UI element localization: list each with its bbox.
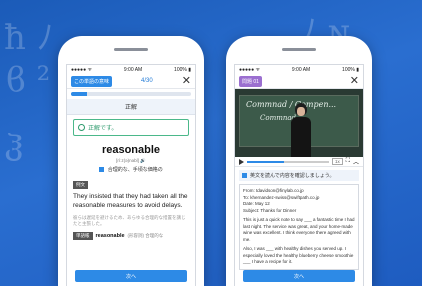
instruction-banner: 英文を読んで内容を確認しましょう。 <box>239 170 359 181</box>
speaker-icon[interactable]: 🔊 <box>140 158 146 163</box>
phone-vocabulary-quiz: ●●●●● ᯤ 9:00 AM 100% ▮ この単語の意味 4/30 ✕ 正解… <box>58 36 204 286</box>
lecture-video[interactable]: Commnad / Compen... Commnad <box>235 89 363 157</box>
result-panel-title: 正解 <box>67 99 195 115</box>
status-time: 9:00 AM <box>291 66 311 73</box>
chevron-up-icon[interactable]: ︿ <box>353 157 359 166</box>
question-counter: 4/30 <box>141 78 153 84</box>
instruction-icon <box>242 173 247 178</box>
pronunciation: [ríːz(ə)nəbl] 🔊 <box>67 158 195 164</box>
checkbox-icon[interactable] <box>99 167 105 173</box>
phone-speaker <box>114 48 148 51</box>
phone-video-lesson: ●●●●● ᯤ 9:00 AM 100% ▮ 問題 01 ✕ Commnad /… <box>226 36 372 286</box>
app-header: この単語の意味 4/30 ✕ <box>67 74 195 89</box>
battery-indicator: 100% ▮ <box>174 66 191 73</box>
word-meaning: 合理的な、手頃な価格の <box>67 166 195 173</box>
vocab-label: 単語帳 <box>73 231 93 240</box>
quiz-progress-bar <box>71 92 191 96</box>
carrier-signal: ●●●●● ᯤ <box>71 66 93 73</box>
bg-handwriting: ħ ﾉ <box>4 18 54 58</box>
phone-screen: ●●●●● ᯤ 9:00 AM 100% ▮ 問題 01 ✕ Commnad /… <box>234 64 364 286</box>
correct-circle-icon <box>78 124 85 131</box>
email-body-paragraph: This is just a quick note to say ___ a f… <box>243 217 355 242</box>
instructor-body <box>291 117 311 157</box>
video-controls: 1x ⛶ ︿ <box>235 157 363 167</box>
vocab-entry-row: 単語帳 reasonable (形容詞) 合理的な <box>67 229 195 243</box>
instructor-face <box>297 107 305 116</box>
carrier-signal: ●●●●● ᯤ <box>239 66 261 73</box>
bg-handwriting: ϐ ² <box>6 60 51 100</box>
lesson-tag: 問題 01 <box>239 75 262 87</box>
phone-speaker <box>282 48 316 51</box>
bg-handwriting: ჰ <box>4 130 24 170</box>
vocab-entry-detail: (形容詞) 合理的な <box>127 232 164 238</box>
battery-indicator: 100% ▮ <box>342 66 359 73</box>
status-bar: ●●●●● ᯤ 9:00 AM 100% ▮ <box>67 65 195 74</box>
progress-fill <box>71 92 87 96</box>
close-icon[interactable]: ✕ <box>182 75 191 87</box>
pronunciation-text: [ríːz(ə)nəbl] <box>116 158 139 163</box>
vocab-word: reasonable <box>101 144 161 156</box>
status-time: 9:00 AM <box>123 66 143 73</box>
play-icon[interactable] <box>239 158 244 165</box>
fullscreen-icon[interactable]: ⛶ <box>346 158 350 165</box>
correct-banner: 正解です。 <box>73 119 189 136</box>
vocab-entry-word: reasonable <box>95 232 125 239</box>
phone-screen: ●●●●● ᯤ 9:00 AM 100% ▮ この単語の意味 4/30 ✕ 正解… <box>66 64 196 286</box>
instruction-text: 英文を読んで内容を確認しましょう。 <box>250 173 335 179</box>
correct-text: 正解です。 <box>88 126 118 132</box>
example-label: 例文 <box>73 181 88 189</box>
example-translation: 彼らは遅延を避けるため、あらゆる合理的な措置を講じたと主張した。 <box>73 214 186 226</box>
email-body-paragraph: Also, I was ___ with healthy dishes you … <box>243 246 354 265</box>
email-passage: From: tdavidson@finylab.co.jp To: kherna… <box>239 184 359 270</box>
meaning-text: 合理的な、手頃な価格の <box>107 167 163 173</box>
next-button[interactable]: 次へ <box>243 270 355 282</box>
seek-fill <box>247 160 284 163</box>
close-icon[interactable]: ✕ <box>350 75 359 87</box>
video-seek-bar[interactable] <box>247 160 330 163</box>
speed-button[interactable]: 1x <box>332 158 343 165</box>
example-sentence: They insisted that they had taken all th… <box>73 193 188 209</box>
mode-tag: この単語の意味 <box>71 75 113 87</box>
instructor-figure <box>291 103 311 157</box>
next-button[interactable]: 次へ <box>75 270 187 282</box>
app-header: 問題 01 ✕ <box>235 74 363 89</box>
status-bar: ●●●●● ᯤ 9:00 AM 100% ▮ <box>235 65 363 74</box>
